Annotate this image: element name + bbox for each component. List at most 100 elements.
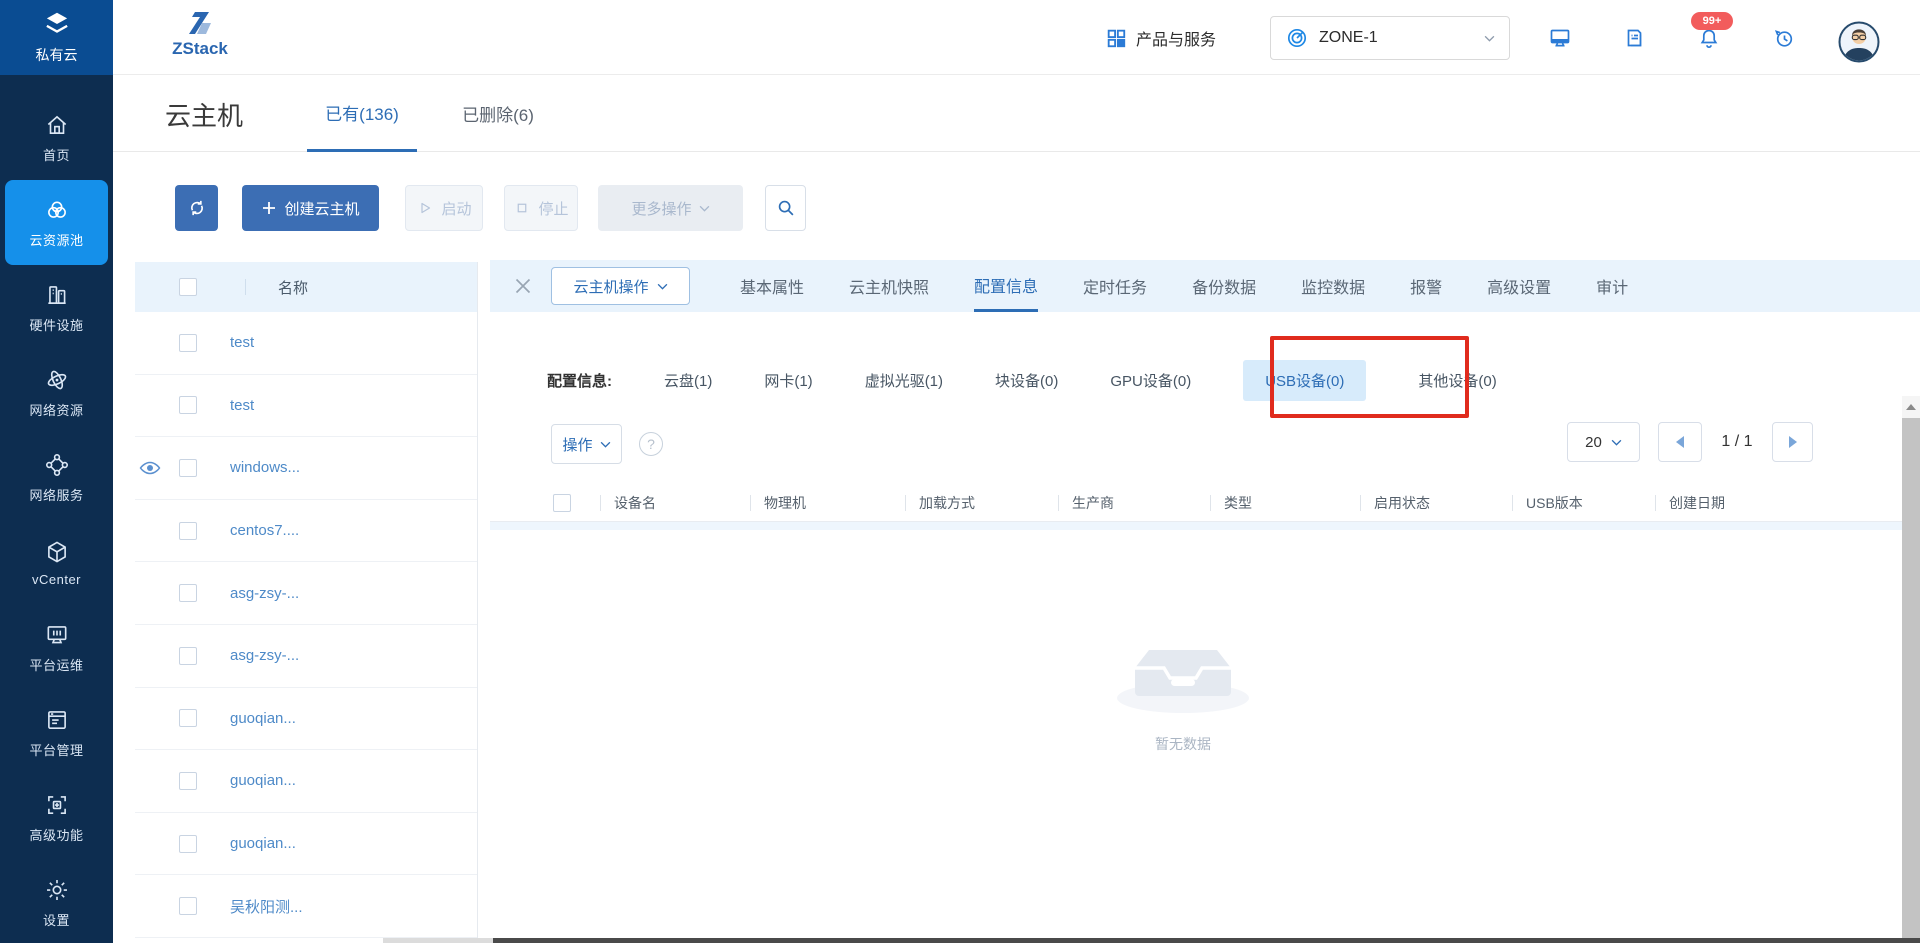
row-checkbox[interactable] (179, 584, 197, 602)
subtab-other-device[interactable]: 其他设备(0) (1418, 370, 1496, 391)
sidebar-brand[interactable]: 私有云 (0, 0, 113, 75)
vm-row[interactable]: centos7.... (135, 500, 477, 563)
sidebar-item-network-service[interactable]: 网络服务 (0, 435, 113, 520)
history-clock-icon[interactable] (1772, 26, 1796, 50)
vertical-scrollbar-thumb[interactable] (1902, 418, 1920, 941)
vm-name-link[interactable]: test (230, 397, 254, 414)
vm-row[interactable]: asg-zsy-... (135, 562, 477, 625)
vm-row[interactable]: 吴秋阳测... (135, 875, 477, 938)
col-type: 类型 (1210, 485, 1360, 521)
page-title-row: 云主机 已有(136) 已删除(6) (113, 75, 1920, 152)
vm-list-header: 名称 (135, 262, 477, 312)
zstack-logo[interactable]: ZStack (171, 10, 229, 59)
search-button[interactable] (765, 185, 806, 231)
subtab-volume[interactable]: 云盘(1) (664, 370, 712, 391)
tab-scheduled-tasks[interactable]: 定时任务 (1083, 260, 1147, 312)
sidebar-item-cloud-pool[interactable]: 云资源池 (5, 180, 108, 265)
zstack-logo-icon (185, 10, 215, 38)
zone-icon (1285, 26, 1309, 50)
tab-deleted[interactable]: 已删除(6) (458, 75, 538, 152)
vm-row[interactable]: asg-zsy-... (135, 625, 477, 688)
brand-label: 私有云 (36, 45, 78, 65)
horizontal-scrollbar-track[interactable] (383, 938, 493, 943)
sidebar-item-home[interactable]: 首页 (0, 95, 113, 180)
vm-name-link[interactable]: asg-zsy-... (230, 647, 299, 664)
scroll-up-arrow[interactable] (1902, 396, 1920, 418)
row-checkbox[interactable] (179, 772, 197, 790)
sidebar-item-network-resource[interactable]: 网络资源 (0, 350, 113, 435)
config-subtabs-row: 配置信息: 云盘(1) 网卡(1) 虚拟光驱(1) 块设备(0) GPU设备(0… (490, 352, 1920, 408)
sidebar-item-platform-ops[interactable]: 平台运维 (0, 605, 113, 690)
vm-name-link[interactable]: 吴秋阳测... (230, 896, 303, 917)
vm-name-link[interactable]: guoqian... (230, 835, 296, 852)
user-avatar[interactable] (1838, 21, 1880, 63)
select-all-checkbox[interactable] (553, 494, 571, 512)
row-checkbox[interactable] (179, 334, 197, 352)
row-checkbox[interactable] (179, 522, 197, 540)
vm-name-link[interactable]: guoqian... (230, 710, 296, 727)
col-enable-status: 启用状态 (1360, 485, 1512, 521)
chevron-down-icon (1484, 35, 1495, 42)
sidebar-item-platform-mgmt[interactable]: 平台管理 (0, 690, 113, 775)
vm-row-selected[interactable]: windows... (135, 437, 477, 500)
sidebar-item-settings[interactable]: 设置 (0, 860, 113, 943)
subtab-nic[interactable]: 网卡(1) (764, 370, 812, 391)
tab-monitor-data[interactable]: 监控数据 (1301, 260, 1365, 312)
plus-icon (261, 200, 277, 216)
close-detail-icon[interactable] (512, 275, 534, 297)
page-size-select[interactable]: 20 (1567, 422, 1640, 462)
tab-audit[interactable]: 审计 (1596, 260, 1628, 312)
ops-dropdown-button[interactable]: 操作 (551, 424, 622, 464)
horizontal-scrollbar-thumb[interactable] (493, 938, 1920, 943)
tab-basic-properties[interactable]: 基本属性 (740, 260, 804, 312)
subtab-gpu-device[interactable]: GPU设备(0) (1110, 370, 1191, 391)
refresh-button[interactable] (175, 185, 218, 231)
vm-row[interactable]: test (135, 312, 477, 375)
vm-row[interactable]: guoqian... (135, 688, 477, 751)
help-icon[interactable]: ? (639, 432, 663, 456)
vm-row[interactable]: test (135, 375, 477, 438)
vm-name-link[interactable]: asg-zsy-... (230, 585, 299, 602)
subtab-cdrom[interactable]: 虚拟光驱(1) (865, 370, 943, 391)
tab-vm-snapshot[interactable]: 云主机快照 (849, 260, 929, 312)
play-icon (416, 199, 434, 217)
subtab-usb-device[interactable]: USB设备(0) (1243, 360, 1366, 401)
sidebar-item-vcenter[interactable]: vCenter (0, 520, 113, 605)
row-checkbox[interactable] (179, 897, 197, 915)
stop-button[interactable]: 停止 (504, 185, 578, 231)
row-checkbox[interactable] (179, 396, 197, 414)
sidebar-item-hardware[interactable]: 硬件设施 (0, 265, 113, 350)
sidebar-item-advanced[interactable]: 高级功能 (0, 775, 113, 860)
row-checkbox[interactable] (179, 709, 197, 727)
start-button[interactable]: 启动 (405, 185, 483, 231)
vm-name-link[interactable]: centos7.... (230, 522, 299, 539)
console-monitor-icon[interactable] (1548, 26, 1572, 50)
more-actions-button[interactable]: 更多操作 (598, 185, 743, 231)
prev-page-button[interactable] (1658, 422, 1702, 462)
tab-config-info[interactable]: 配置信息 (974, 260, 1038, 312)
create-vm-button[interactable]: 创建云主机 (242, 185, 379, 231)
tab-backup-data[interactable]: 备份数据 (1192, 260, 1256, 312)
vm-name-link[interactable]: guoqian... (230, 772, 296, 789)
vm-name-link[interactable]: test (230, 334, 254, 351)
select-all-checkbox[interactable] (179, 278, 197, 296)
tab-advanced-settings[interactable]: 高级设置 (1487, 260, 1551, 312)
row-checkbox[interactable] (179, 835, 197, 853)
vertical-scrollbar[interactable] (1902, 396, 1920, 943)
vm-actions-dropdown[interactable]: 云主机操作 (551, 267, 690, 305)
vm-row[interactable]: guoqian... (135, 813, 477, 876)
document-log-icon[interactable] (1622, 26, 1646, 50)
products-services-menu[interactable]: 产品与服务 (1105, 0, 1216, 75)
vm-row[interactable]: guoqian... (135, 750, 477, 813)
row-checkbox[interactable] (179, 647, 197, 665)
tab-existing[interactable]: 已有(136) (307, 75, 417, 152)
col-load-mode: 加载方式 (905, 485, 1058, 521)
next-page-button[interactable] (1772, 422, 1813, 462)
detail-tabs: 基本属性 云主机快照 配置信息 定时任务 备份数据 监控数据 报警 高级设置 审… (740, 260, 1628, 312)
subtab-block-device[interactable]: 块设备(0) (995, 370, 1058, 391)
vm-name-link[interactable]: windows... (230, 459, 300, 476)
row-checkbox[interactable] (179, 459, 197, 477)
tab-alarm[interactable]: 报警 (1410, 260, 1442, 312)
zone-selector[interactable]: ZONE-1 (1270, 16, 1510, 60)
table-select-all (490, 494, 600, 512)
